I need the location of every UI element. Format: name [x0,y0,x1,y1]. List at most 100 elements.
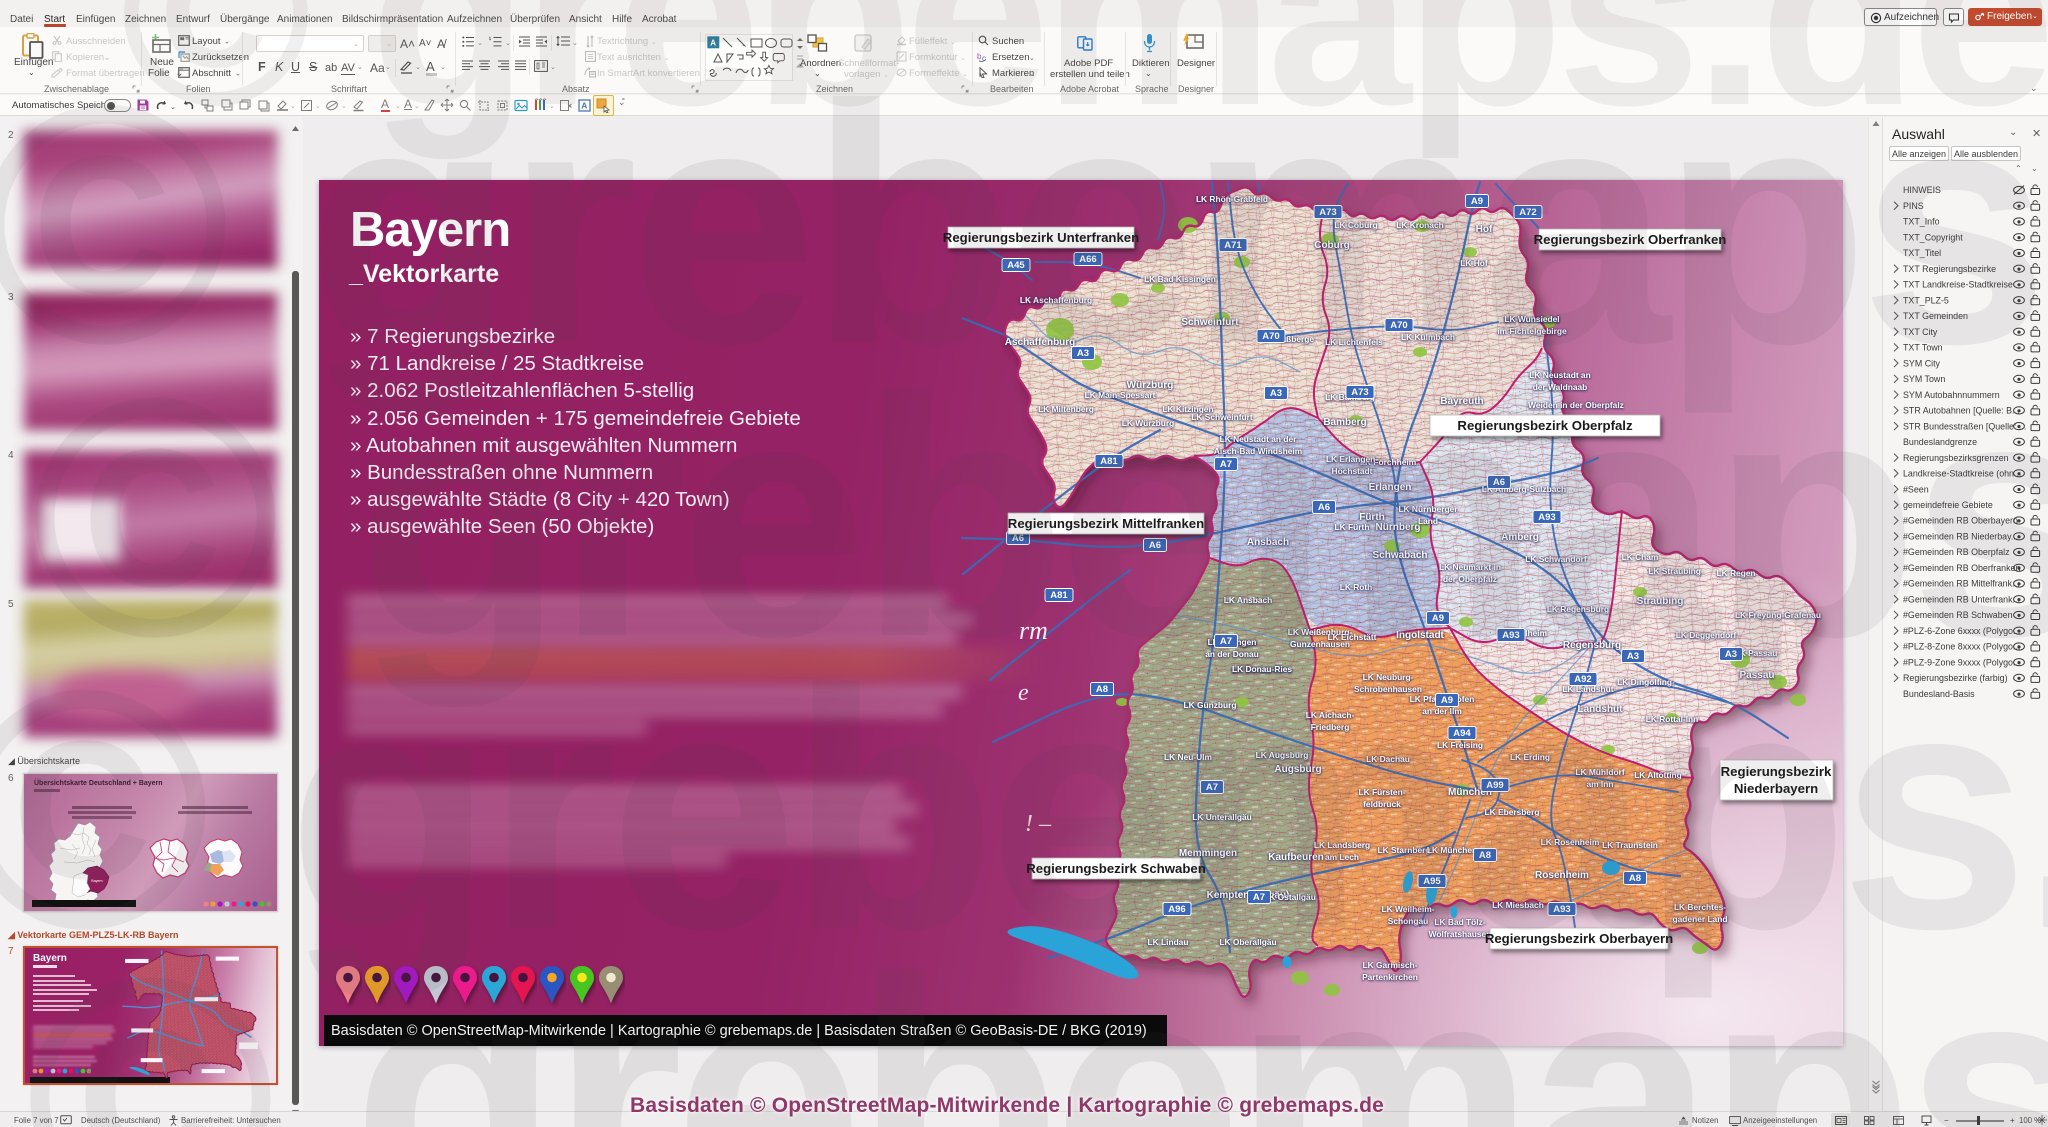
svg-text:LK Günzburg: LK Günzburg [1183,700,1236,710]
svg-text:LK Freising: LK Freising [1437,740,1483,750]
svg-text:LK Roth: LK Roth [1340,582,1373,592]
svg-text:A81: A81 [1050,590,1068,601]
svg-text:Regierungsbezirk Oberpfalz: Regierungsbezirk Oberpfalz [1457,418,1633,433]
svg-text:A73: A73 [1351,387,1368,398]
svg-text:LK Hof: LK Hof [1460,258,1488,268]
svg-text:LK Neuburg-: LK Neuburg- [1363,672,1414,682]
svg-text:LK Garmisch-: LK Garmisch- [1363,960,1418,970]
svg-text:LK Neumarkt in: LK Neumarkt in [1439,562,1501,572]
svg-text:A7: A7 [1206,782,1218,793]
svg-text:LK Lichtenfels: LK Lichtenfels [1325,337,1383,347]
svg-text:LK Ostallgäu: LK Ostallgäu [1264,892,1316,902]
svg-text:LK Miesbach: LK Miesbach [1492,900,1544,910]
svg-text:LK Rottal-Inn: LK Rottal-Inn [1646,714,1699,724]
svg-text:A93: A93 [1502,630,1519,641]
svg-text:Bayern: Bayern [91,879,102,883]
svg-text:A66: A66 [1079,254,1096,265]
svg-text:A9: A9 [1441,695,1453,706]
svg-text:Augsburg: Augsburg [1274,764,1321,775]
svg-text:Bundesland-Basis: Bundesland-Basis [1903,689,1975,699]
svg-text:feldbruck: feldbruck [1363,799,1401,809]
svg-text:SYM City: SYM City [1903,358,1941,368]
svg-text:Straubing: Straubing [1637,596,1684,607]
svg-text:HINWEIS: HINWEIS [1903,185,1941,195]
svg-text:Schrobenhausen: Schrobenhausen [1354,684,1422,694]
svg-text:TXT Regierungsbezirke: TXT Regierungsbezirke [1903,264,1996,274]
svg-text:Memmingen: Memmingen [1179,848,1237,859]
svg-text:SYM Autobahnnummern: SYM Autobahnnummern [1903,390,2000,400]
svg-text:am Inn: am Inn [1587,779,1614,789]
svg-text:A70: A70 [1390,320,1407,331]
svg-text:an der Donau: an der Donau [1205,649,1259,659]
svg-text:#PLZ-6-Zone 6xxxx (Polygo...: #PLZ-6-Zone 6xxxx (Polygo... [1903,626,2020,636]
svg-text:A8: A8 [1629,873,1641,884]
svg-text:Bamberg: Bamberg [1323,417,1366,428]
svg-text:A70: A70 [1262,331,1279,342]
svg-text:LK Traunstein: LK Traunstein [1602,840,1658,850]
svg-text:TXT Landkreise-Stadtkreise: TXT Landkreise-Stadtkreise [1903,280,2013,290]
svg-text:#Gemeinden RB Oberpfalz: #Gemeinden RB Oberpfalz [1903,547,2010,557]
svg-text:LK Kronach: LK Kronach [1396,220,1443,230]
svg-text:A7: A7 [1220,636,1232,647]
svg-text:A3: A3 [1627,651,1639,662]
svg-text:A93: A93 [1553,904,1570,915]
svg-text:A81: A81 [1100,456,1118,467]
svg-text:LK Berchtes-: LK Berchtes- [1674,902,1726,912]
svg-text:A3: A3 [1725,649,1737,660]
svg-text:LK Fürth: LK Fürth [1335,522,1370,532]
svg-text:LK München: LK München [1427,845,1477,855]
svg-text:A: A [581,101,587,111]
svg-text:PINS: PINS [1903,201,1924,211]
svg-text:LK Mühldorf: LK Mühldorf [1575,767,1625,777]
svg-text:Höchstadt: Höchstadt [1332,466,1373,476]
svg-text:LK Weilheim-: LK Weilheim- [1382,904,1435,914]
svg-text:LK Fürsten-: LK Fürsten- [1359,787,1406,797]
svg-text:Ansbach: Ansbach [1247,537,1289,548]
svg-text:#Gemeinden RB Niederbay...: #Gemeinden RB Niederbay... [1903,532,2018,542]
svg-text:LK Erding: LK Erding [1510,752,1550,762]
svg-text:#PLZ-8-Zone 8xxxx (Polygo...: #PLZ-8-Zone 8xxxx (Polygo... [1903,642,2020,652]
svg-text:#PLZ-9-Zone 9xxxx (Polygo...: #PLZ-9-Zone 9xxxx (Polygo... [1903,657,2020,667]
svg-text:Erlangen: Erlangen [1369,482,1412,493]
svg-text:an der Ilm: an der Ilm [1422,706,1462,716]
svg-text:LK Neu-Ulm: LK Neu-Ulm [1164,752,1212,762]
svg-text:Amberg: Amberg [1501,532,1539,543]
svg-text:Hof: Hof [1476,224,1493,235]
svg-text:LK Starnberg: LK Starnberg [1377,845,1430,855]
svg-text:TXT Town: TXT Town [1903,343,1943,353]
svg-text:am Lech: am Lech [1325,852,1359,862]
svg-text:LK Kulmbach: LK Kulmbach [1401,332,1455,342]
svg-text:#Seen: #Seen [1903,484,1929,494]
svg-text:LK Lindau: LK Lindau [1148,937,1189,947]
svg-text:Landshut: Landshut [1578,704,1624,715]
svg-text:A45: A45 [1007,260,1025,271]
svg-text:Ingolstadt: Ingolstadt [1396,630,1444,641]
svg-text:LK Deggendorf: LK Deggendorf [1676,630,1737,640]
svg-text:LK Rhön-Grabfeld: LK Rhön-Grabfeld [1196,194,1268,204]
svg-text:LK Bad Tölz-: LK Bad Tölz- [1434,917,1485,927]
svg-text:Nürnberg: Nürnberg [1376,522,1421,533]
svg-text:LK Bad Kissingen: LK Bad Kissingen [1144,274,1216,284]
svg-text:Bayreuth: Bayreuth [1440,396,1483,407]
svg-text:SYM Town: SYM Town [1903,374,1945,384]
svg-text:STR Autobahnen [Quelle: B...: STR Autobahnen [Quelle: B... [1903,406,2019,416]
svg-text:Regensburg: Regensburg [1563,640,1621,651]
svg-text:LK Schwandorf: LK Schwandorf [1525,554,1587,564]
svg-text:A92: A92 [1574,674,1591,685]
svg-text:STR Bundesstraßen [Quelle: ...: STR Bundesstraßen [Quelle: ... [1903,421,2026,431]
svg-text:#Gemeinden RB Oberbayern: #Gemeinden RB Oberbayern [1903,516,2018,526]
svg-text:Niederbayern: Niederbayern [1734,781,1818,796]
svg-text:gadener Land: gadener Land [1673,914,1728,924]
svg-text:A3: A3 [1077,348,1089,359]
svg-text:TXT Gemeinden: TXT Gemeinden [1903,311,1968,321]
svg-text:Schwabach: Schwabach [1372,550,1427,561]
svg-text:A6: A6 [1493,477,1505,488]
svg-text:Kaufbeuren: Kaufbeuren [1268,852,1324,863]
svg-text:Wolfratshausen: Wolfratshausen [1429,929,1492,939]
svg-text:LK Miltenberg: LK Miltenberg [1038,404,1094,414]
svg-text:A93: A93 [1538,512,1555,523]
svg-text:LK Rosenheim: LK Rosenheim [1541,837,1600,847]
svg-text:Schongau: Schongau [1388,916,1428,926]
svg-text:#Gemeinden RB Mittelfrank...: #Gemeinden RB Mittelfrank... [1903,579,2019,589]
svg-text:LK Ebersberg: LK Ebersberg [1485,807,1540,817]
